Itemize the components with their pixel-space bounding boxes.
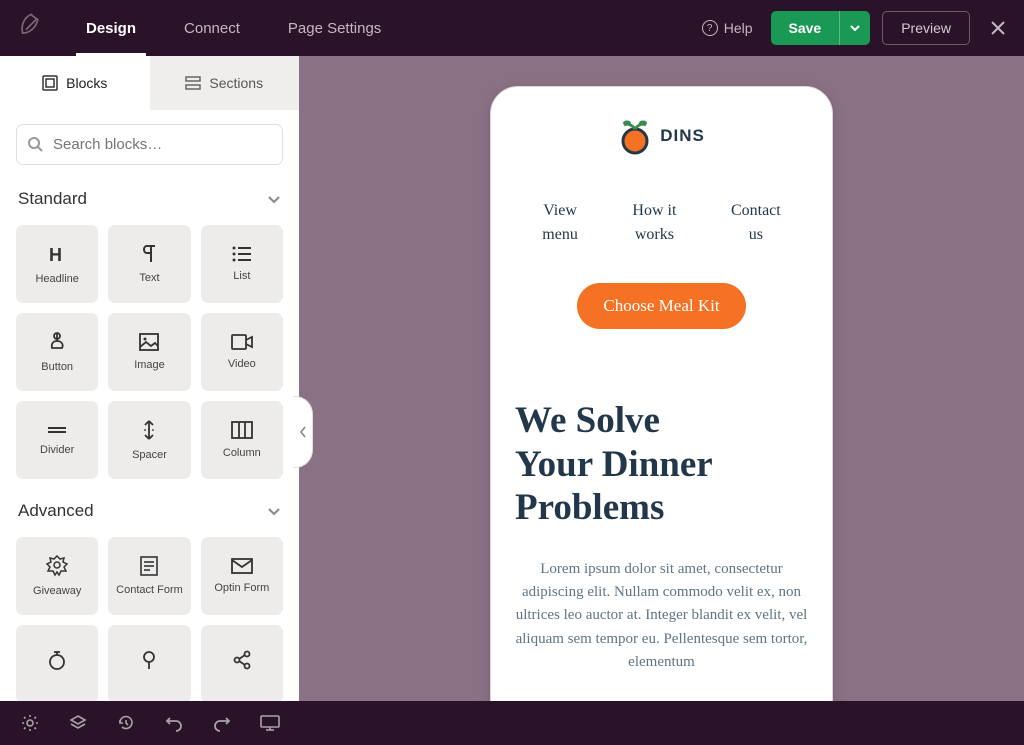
tab-page-settings[interactable]: Page Settings bbox=[264, 0, 405, 56]
pin-icon bbox=[139, 650, 159, 670]
sidebar-body: Standard HHeadline Text List Button Imag… bbox=[0, 110, 299, 701]
cta-button[interactable]: Choose Meal Kit bbox=[577, 283, 745, 329]
history-button[interactable] bbox=[102, 701, 150, 745]
help-button[interactable]: ? Help bbox=[702, 20, 753, 36]
undo-button[interactable] bbox=[150, 701, 198, 745]
desktop-icon bbox=[260, 715, 280, 731]
sidebar-collapse-button[interactable] bbox=[293, 396, 313, 468]
save-dropdown[interactable] bbox=[839, 11, 870, 45]
layers-icon bbox=[69, 714, 87, 732]
block-divider[interactable]: Divider bbox=[16, 401, 98, 479]
share-icon bbox=[232, 650, 252, 670]
chevron-down-icon bbox=[267, 195, 281, 203]
section-advanced-header[interactable]: Advanced bbox=[0, 491, 299, 531]
layers-button[interactable] bbox=[54, 701, 102, 745]
search-input[interactable] bbox=[16, 124, 283, 165]
sidebar: Blocks Sections Standard HHeadline Text bbox=[0, 56, 299, 701]
paragraph-icon bbox=[140, 244, 158, 264]
tab-connect[interactable]: Connect bbox=[160, 0, 264, 56]
form-icon bbox=[139, 556, 159, 576]
block-headline[interactable]: HHeadline bbox=[16, 225, 98, 303]
standard-blocks-grid: HHeadline Text List Button Image Video D… bbox=[0, 219, 299, 491]
close-button[interactable] bbox=[982, 12, 1014, 44]
badge-icon bbox=[46, 555, 68, 577]
image-icon bbox=[139, 333, 159, 351]
help-icon: ? bbox=[702, 20, 718, 36]
block-contact-form[interactable]: Contact Form bbox=[108, 537, 190, 615]
block-column[interactable]: Column bbox=[201, 401, 283, 479]
tab-design[interactable]: Design bbox=[62, 0, 160, 56]
sections-icon bbox=[185, 76, 201, 90]
nav-view-menu[interactable]: Viewmenu bbox=[542, 199, 578, 247]
close-icon bbox=[989, 19, 1007, 37]
leaf-icon bbox=[14, 11, 48, 45]
preview-logo-row: DINS bbox=[515, 117, 808, 155]
device-preview[interactable]: DINS Viewmenu How itworks Contactus Choo… bbox=[490, 86, 833, 701]
hero-title[interactable]: We Solve Your Dinner Problems bbox=[515, 399, 808, 530]
preview-brand: DINS bbox=[660, 126, 705, 146]
help-label: Help bbox=[724, 20, 753, 36]
sidebar-tab-label: Sections bbox=[209, 75, 263, 91]
chevron-down-icon bbox=[267, 507, 281, 515]
mail-icon bbox=[231, 558, 253, 574]
sidebar-tabs: Blocks Sections bbox=[0, 56, 299, 110]
list-icon bbox=[232, 246, 252, 262]
pointer-icon bbox=[46, 331, 68, 353]
divider-icon bbox=[46, 424, 68, 436]
history-icon bbox=[117, 714, 135, 732]
video-icon bbox=[231, 334, 253, 350]
timer-icon bbox=[47, 650, 67, 670]
block-more-3[interactable] bbox=[201, 625, 283, 701]
canvas[interactable]: DINS Viewmenu How itworks Contactus Choo… bbox=[299, 56, 1024, 701]
redo-button[interactable] bbox=[198, 701, 246, 745]
topbar: Design Connect Page Settings ? Help Save… bbox=[0, 0, 1024, 56]
preview-cta-wrap: Choose Meal Kit bbox=[515, 283, 808, 329]
section-title: Advanced bbox=[18, 501, 94, 521]
sidebar-tab-label: Blocks bbox=[66, 75, 107, 91]
section-title: Standard bbox=[18, 189, 87, 209]
settings-button[interactable] bbox=[6, 701, 54, 745]
app-logo bbox=[0, 11, 62, 45]
block-more-2[interactable] bbox=[108, 625, 190, 701]
spacer-icon bbox=[140, 419, 158, 441]
blocks-icon bbox=[42, 75, 58, 91]
bottombar bbox=[0, 701, 1024, 745]
block-giveaway[interactable]: Giveaway bbox=[16, 537, 98, 615]
block-text[interactable]: Text bbox=[108, 225, 190, 303]
block-more-1[interactable] bbox=[16, 625, 98, 701]
nav-contact-us[interactable]: Contactus bbox=[731, 199, 781, 247]
headline-icon: H bbox=[46, 243, 68, 265]
save-button[interactable]: Save bbox=[771, 11, 840, 45]
hero-text[interactable]: Lorem ipsum dolor sit amet, consectetur … bbox=[515, 558, 808, 674]
device-toggle-button[interactable] bbox=[246, 701, 294, 745]
search-icon bbox=[27, 136, 43, 152]
undo-icon bbox=[165, 714, 183, 732]
sidebar-tab-sections[interactable]: Sections bbox=[150, 56, 300, 110]
orange-logo-icon bbox=[618, 117, 652, 155]
preview-nav: Viewmenu How itworks Contactus bbox=[515, 199, 808, 247]
save-group: Save bbox=[771, 11, 871, 45]
redo-icon bbox=[213, 714, 231, 732]
advanced-blocks-grid: Giveaway Contact Form Optin Form bbox=[0, 531, 299, 701]
preview-button[interactable]: Preview bbox=[882, 11, 970, 45]
block-optin-form[interactable]: Optin Form bbox=[201, 537, 283, 615]
block-button[interactable]: Button bbox=[16, 313, 98, 391]
nav-how-it-works[interactable]: How itworks bbox=[632, 199, 676, 247]
top-tabs: Design Connect Page Settings bbox=[62, 0, 405, 56]
column-icon bbox=[231, 421, 253, 439]
block-image[interactable]: Image bbox=[108, 313, 190, 391]
chevron-left-icon bbox=[299, 426, 307, 438]
caret-down-icon bbox=[850, 25, 860, 31]
svg-text:H: H bbox=[49, 245, 62, 265]
block-spacer[interactable]: Spacer bbox=[108, 401, 190, 479]
gear-icon bbox=[21, 714, 39, 732]
section-standard-header[interactable]: Standard bbox=[0, 179, 299, 219]
sidebar-tab-blocks[interactable]: Blocks bbox=[0, 56, 150, 110]
block-video[interactable]: Video bbox=[201, 313, 283, 391]
block-list[interactable]: List bbox=[201, 225, 283, 303]
